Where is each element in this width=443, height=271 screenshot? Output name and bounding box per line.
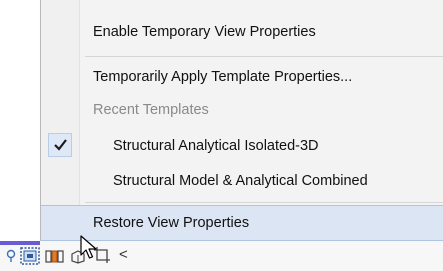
collapse-arrow-icon[interactable]: < — [119, 246, 128, 263]
menu-item-label: Structural Model & Analytical Combined — [113, 173, 368, 189]
menu-item-label: Recent Templates — [93, 102, 209, 118]
context-menu: Enable Temporary View Properties Tempora… — [40, 0, 443, 241]
reveal-hidden-elements-icon[interactable] — [45, 249, 65, 264]
menu-separator — [85, 56, 443, 57]
checkmark-icon — [54, 139, 67, 151]
menu-item-label: Restore View Properties — [93, 215, 250, 231]
menu-item-label: Enable Temporary View Properties — [93, 24, 316, 40]
menu-item-structural-model-analytical-combined[interactable]: Structural Model & Analytical Combined — [41, 163, 443, 199]
menu-item-structural-analytical-isolated-3d[interactable]: Structural Analytical Isolated-3D — [41, 128, 443, 164]
view-control-bar: < — [0, 241, 443, 271]
menu-separator — [85, 202, 443, 203]
menu-item-label: Temporarily Apply Template Properties... — [93, 69, 353, 85]
mouse-cursor-icon — [80, 235, 97, 259]
active-view-accent — [0, 241, 40, 245]
checkmark-indicator — [48, 133, 72, 157]
lightbulb-icon[interactable] — [6, 249, 16, 263]
menu-item-restore-view-properties[interactable]: Restore View Properties — [41, 205, 443, 241]
menu-item-temporarily-apply-template[interactable]: Temporarily Apply Template Properties... — [41, 59, 443, 95]
menu-item-enable-temporary-view-properties[interactable]: Enable Temporary View Properties — [41, 14, 443, 50]
temporary-view-properties-icon[interactable] — [20, 247, 40, 265]
menu-header-recent-templates: Recent Templates — [41, 92, 443, 128]
menu-item-label: Structural Analytical Isolated-3D — [113, 138, 319, 154]
